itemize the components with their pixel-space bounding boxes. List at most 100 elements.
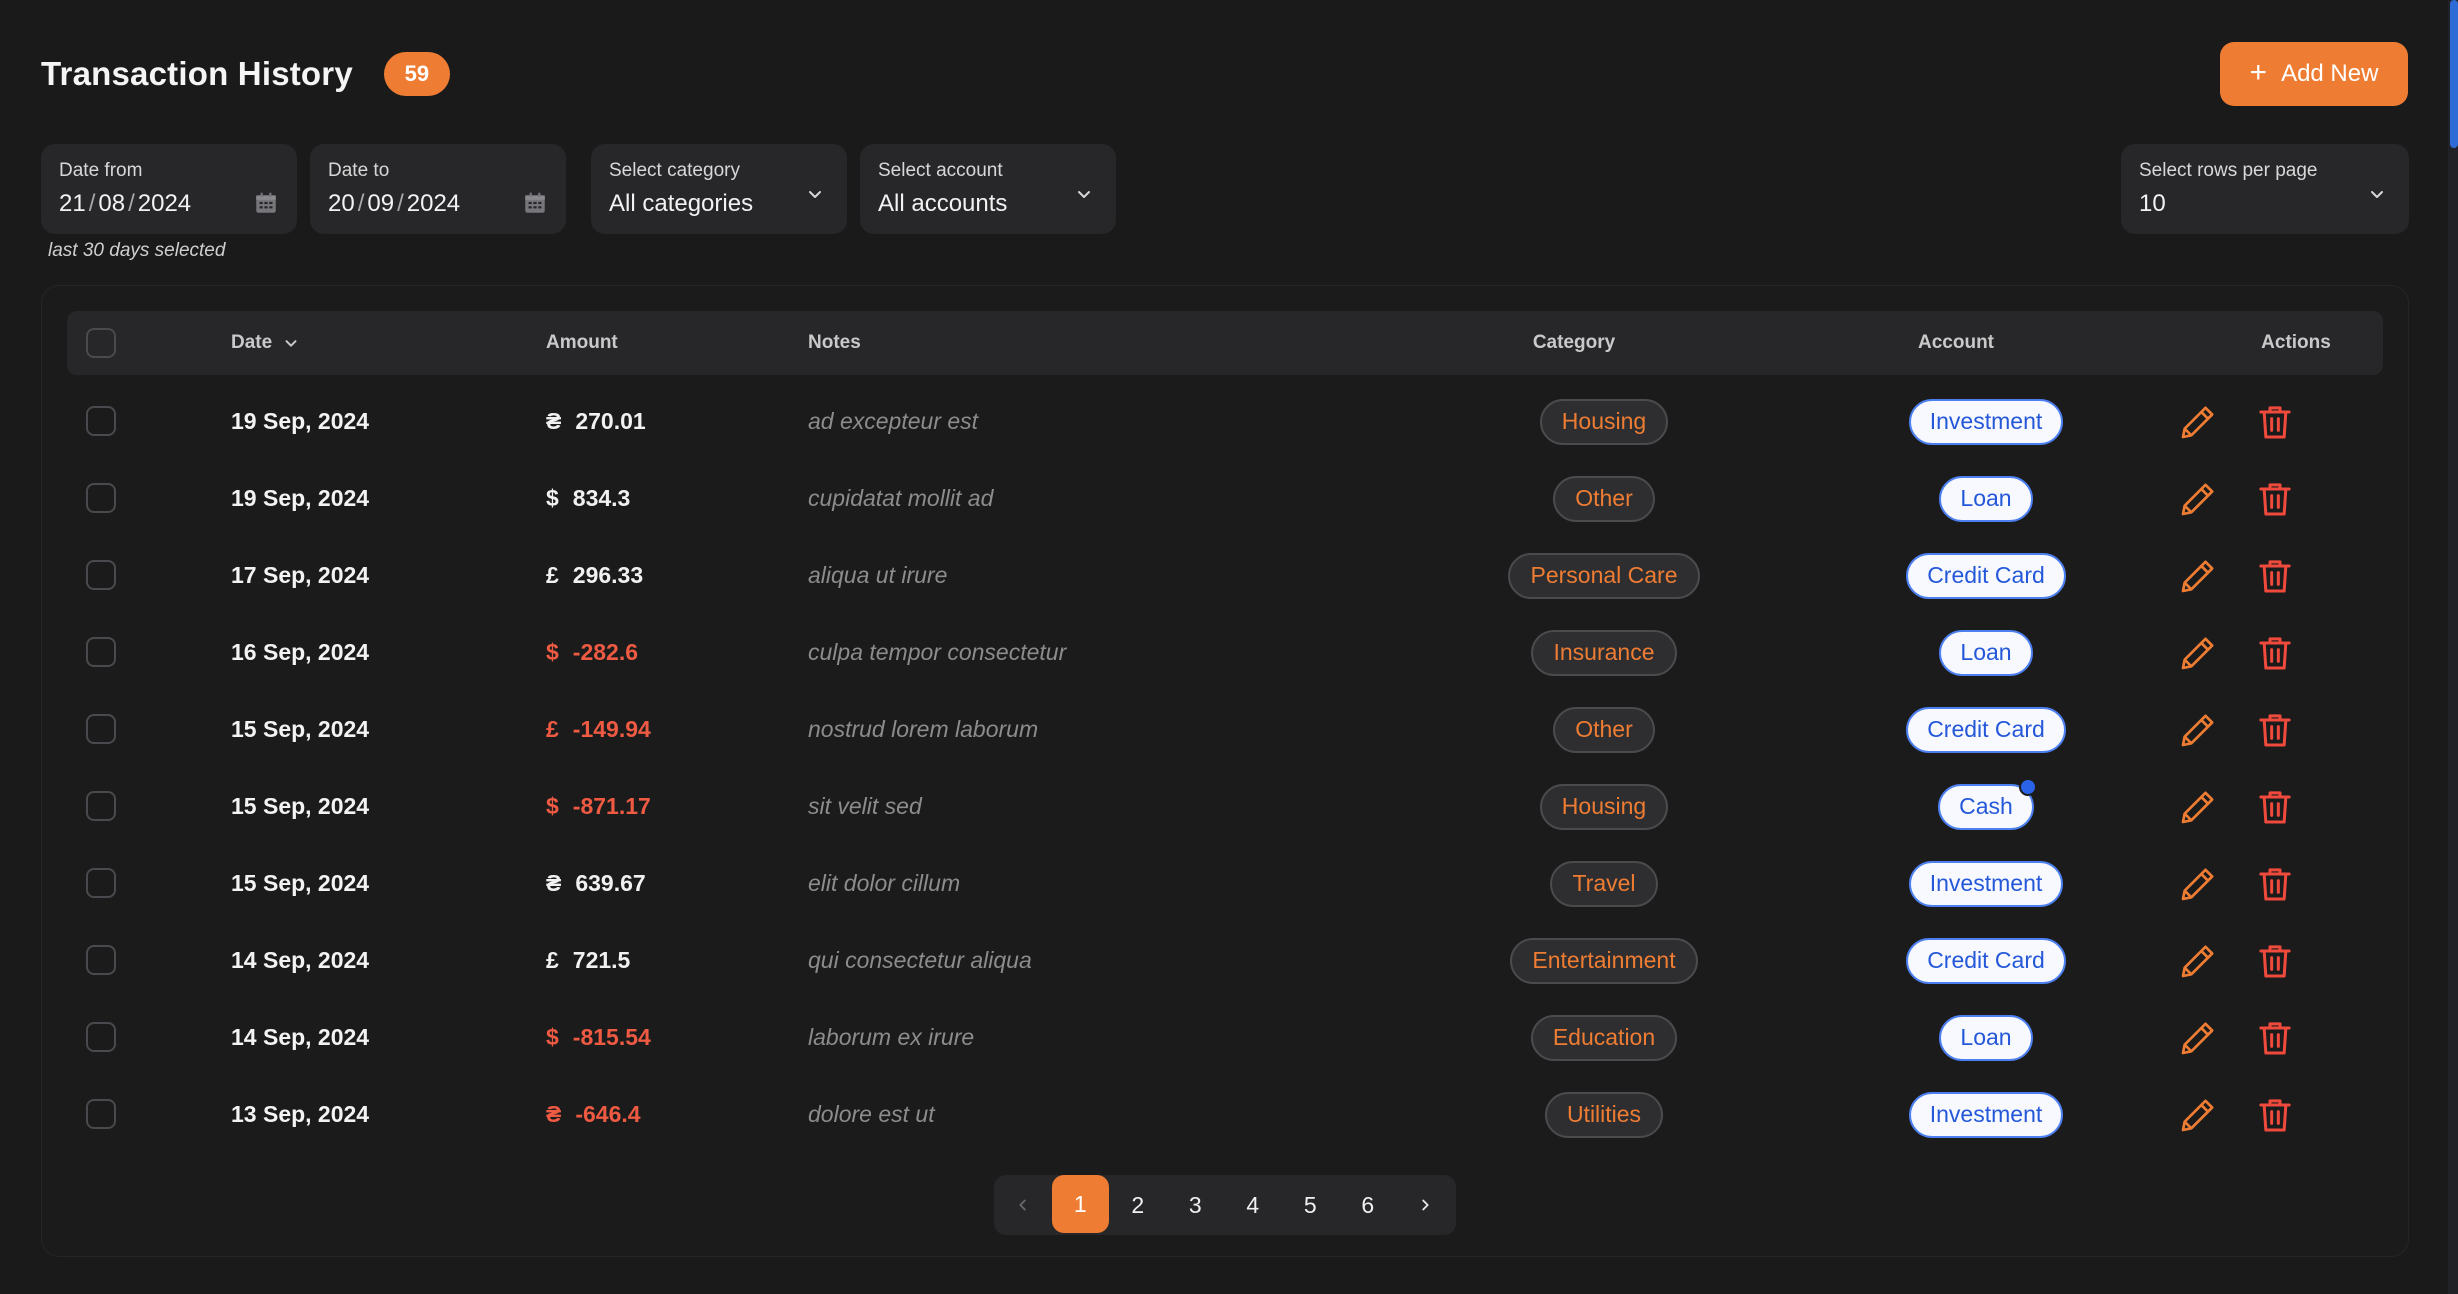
row-notes: qui consectetur aliqua bbox=[808, 947, 1032, 973]
row-notes: elit dolor cillum bbox=[808, 870, 961, 896]
edit-pencil-icon[interactable] bbox=[2178, 1095, 2218, 1135]
date-to-day[interactable]: 20 bbox=[328, 190, 355, 217]
row-amount: $ -282.6 bbox=[546, 614, 638, 691]
date-separator: / bbox=[397, 190, 404, 217]
row-account: Loan bbox=[1856, 999, 2116, 1076]
date-from-month[interactable]: 08 bbox=[98, 190, 125, 217]
page-3-button[interactable]: 3 bbox=[1167, 1175, 1225, 1235]
delete-trash-icon[interactable] bbox=[2255, 633, 2295, 673]
row-checkbox[interactable] bbox=[86, 560, 116, 590]
edit-pencil-icon[interactable] bbox=[2178, 633, 2218, 673]
edit-pencil-icon[interactable] bbox=[2178, 710, 2218, 750]
select-all-checkbox[interactable] bbox=[86, 328, 116, 358]
edit-pencil-icon[interactable] bbox=[2178, 941, 2218, 981]
column-date[interactable]: Date bbox=[231, 311, 300, 375]
row-checkbox[interactable] bbox=[86, 868, 116, 898]
row-date: 14 Sep, 2024 bbox=[231, 947, 370, 973]
row-category: Entertainment bbox=[1474, 922, 1734, 999]
pagination: 123456 bbox=[994, 1175, 1456, 1235]
row-date: 15 Sep, 2024 bbox=[231, 870, 370, 896]
row-category: Other bbox=[1474, 460, 1734, 537]
row-notes: laborum ex irure bbox=[808, 1024, 975, 1050]
calendar-icon[interactable] bbox=[253, 190, 279, 216]
row-checkbox[interactable] bbox=[86, 945, 116, 975]
date-to-value[interactable]: 20/09/2024 bbox=[328, 190, 548, 218]
delete-trash-icon[interactable] bbox=[2255, 710, 2295, 750]
page-5-button[interactable]: 5 bbox=[1282, 1175, 1340, 1235]
row-account: Investment bbox=[1856, 383, 2116, 460]
page-1-button[interactable]: 1 bbox=[1051, 1175, 1109, 1233]
currency-symbol: $ bbox=[546, 639, 559, 665]
delete-trash-icon[interactable] bbox=[2255, 556, 2295, 596]
row-actions bbox=[2178, 768, 2295, 845]
date-to-year[interactable]: 2024 bbox=[407, 190, 460, 217]
currency-symbol: ₴ bbox=[546, 1101, 562, 1127]
row-date: 15 Sep, 2024 bbox=[231, 793, 370, 819]
amount-value: -149.94 bbox=[572, 716, 651, 742]
delete-trash-icon[interactable] bbox=[2255, 1018, 2295, 1058]
rows-per-page-select[interactable]: Select rows per page 10 bbox=[2121, 144, 2409, 234]
rows-per-page-value: 10 bbox=[2139, 190, 2166, 217]
prev-page-button[interactable] bbox=[994, 1175, 1052, 1235]
edit-pencil-icon[interactable] bbox=[2178, 864, 2218, 904]
account-select[interactable]: Select account All accounts bbox=[860, 144, 1116, 234]
add-new-button[interactable]: + Add New bbox=[2220, 42, 2408, 106]
row-actions bbox=[2178, 691, 2295, 768]
table-row: 14 Sep, 2024 $ -815.54 laborum ex irure Educ… bbox=[67, 999, 2383, 1076]
page-2-button[interactable]: 2 bbox=[1109, 1175, 1167, 1235]
row-checkbox[interactable] bbox=[86, 791, 116, 821]
date-from-field[interactable]: Date from 21/08/2024 bbox=[41, 144, 297, 234]
delete-trash-icon[interactable] bbox=[2255, 402, 2295, 442]
account-tag-label: Investment bbox=[1929, 408, 2043, 434]
date-from-year[interactable]: 2024 bbox=[138, 190, 191, 217]
category-tag: Travel bbox=[1550, 860, 1658, 907]
row-checkbox[interactable] bbox=[86, 714, 116, 744]
date-from-day[interactable]: 21 bbox=[59, 190, 86, 217]
date-to-month[interactable]: 09 bbox=[367, 190, 394, 217]
date-to-field[interactable]: Date to 20/09/2024 bbox=[310, 144, 566, 234]
row-notes: aliqua ut irure bbox=[808, 562, 948, 588]
delete-trash-icon[interactable] bbox=[2255, 941, 2295, 981]
table-row: 19 Sep, 2024 ₴ 270.01 ad excepteur est Housi… bbox=[67, 383, 2383, 460]
column-amount: Amount bbox=[546, 332, 618, 353]
sort-desc-icon[interactable] bbox=[282, 334, 300, 352]
page-4-button[interactable]: 4 bbox=[1224, 1175, 1282, 1235]
row-checkbox[interactable] bbox=[86, 483, 116, 513]
row-checkbox[interactable] bbox=[86, 406, 116, 436]
row-amount: $ -815.54 bbox=[546, 999, 651, 1076]
row-checkbox[interactable] bbox=[86, 1022, 116, 1052]
delete-trash-icon[interactable] bbox=[2255, 864, 2295, 904]
scrollbar-thumb[interactable] bbox=[2450, 0, 2458, 148]
row-notes: nostrud lorem laborum bbox=[808, 716, 1039, 742]
table-row: 13 Sep, 2024 ₴ -646.4 dolore est ut Utilitie… bbox=[67, 1076, 2383, 1153]
category-tag: Utilities bbox=[1544, 1091, 1664, 1138]
next-page-button[interactable] bbox=[1397, 1175, 1455, 1235]
category-select[interactable]: Select category All categories bbox=[591, 144, 847, 234]
currency-symbol: $ bbox=[546, 1024, 559, 1050]
category-tag: Other bbox=[1553, 475, 1655, 522]
scrollbar[interactable] bbox=[2448, 0, 2458, 1294]
row-category: Travel bbox=[1474, 845, 1734, 922]
page-6-button[interactable]: 6 bbox=[1339, 1175, 1397, 1235]
edit-pencil-icon[interactable] bbox=[2178, 556, 2218, 596]
account-tag: Credit Card bbox=[1906, 937, 2066, 984]
delete-trash-icon[interactable] bbox=[2255, 479, 2295, 519]
edit-pencil-icon[interactable] bbox=[2178, 402, 2218, 442]
calendar-icon[interactable] bbox=[522, 190, 548, 216]
currency-symbol: ₴ bbox=[546, 870, 562, 896]
edit-pencil-icon[interactable] bbox=[2178, 1018, 2218, 1058]
delete-trash-icon[interactable] bbox=[2255, 1095, 2295, 1135]
currency-symbol: £ bbox=[546, 716, 559, 742]
row-actions bbox=[2178, 999, 2295, 1076]
delete-trash-icon[interactable] bbox=[2255, 787, 2295, 827]
edit-pencil-icon[interactable] bbox=[2178, 479, 2218, 519]
row-checkbox[interactable] bbox=[86, 1099, 116, 1129]
row-checkbox[interactable] bbox=[86, 637, 116, 667]
account-tag-label: Cash bbox=[1959, 793, 2013, 819]
date-from-value[interactable]: 21/08/2024 bbox=[59, 190, 279, 218]
row-date: 17 Sep, 2024 bbox=[231, 562, 370, 588]
row-date: 13 Sep, 2024 bbox=[231, 1101, 370, 1127]
transaction-count-badge: 59 bbox=[383, 52, 450, 96]
edit-pencil-icon[interactable] bbox=[2178, 787, 2218, 827]
column-account: Account bbox=[1918, 332, 1994, 353]
